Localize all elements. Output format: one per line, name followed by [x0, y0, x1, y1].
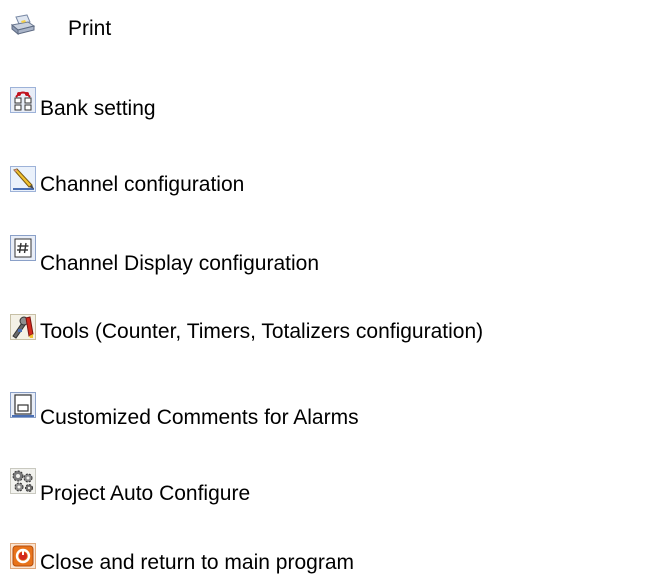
legend-label-channel-display-configuration: Channel Display configuration [40, 252, 319, 275]
printer-icon [10, 13, 36, 39]
legend-label-print: Print [68, 17, 112, 40]
legend-label-tools: Tools (Counter, Timers, Totalizers confi… [40, 320, 484, 343]
comment-document-icon [10, 392, 36, 418]
legend-label-bank-setting: Bank setting [40, 97, 156, 120]
bank-setting-icon [10, 87, 36, 113]
power-close-icon [10, 543, 36, 569]
legend-label-channel-configuration: Channel configuration [40, 173, 245, 196]
legend-label-customized-comments: Customized Comments for Alarms [40, 406, 359, 429]
gears-icon [10, 468, 36, 494]
pencil-icon [10, 166, 36, 192]
legend-label-project-auto-configure: Project Auto Configure [40, 482, 251, 505]
display-grid-icon [10, 235, 36, 261]
tools-icon [10, 314, 36, 340]
legend-label-close: Close and return to main program [40, 551, 354, 574]
